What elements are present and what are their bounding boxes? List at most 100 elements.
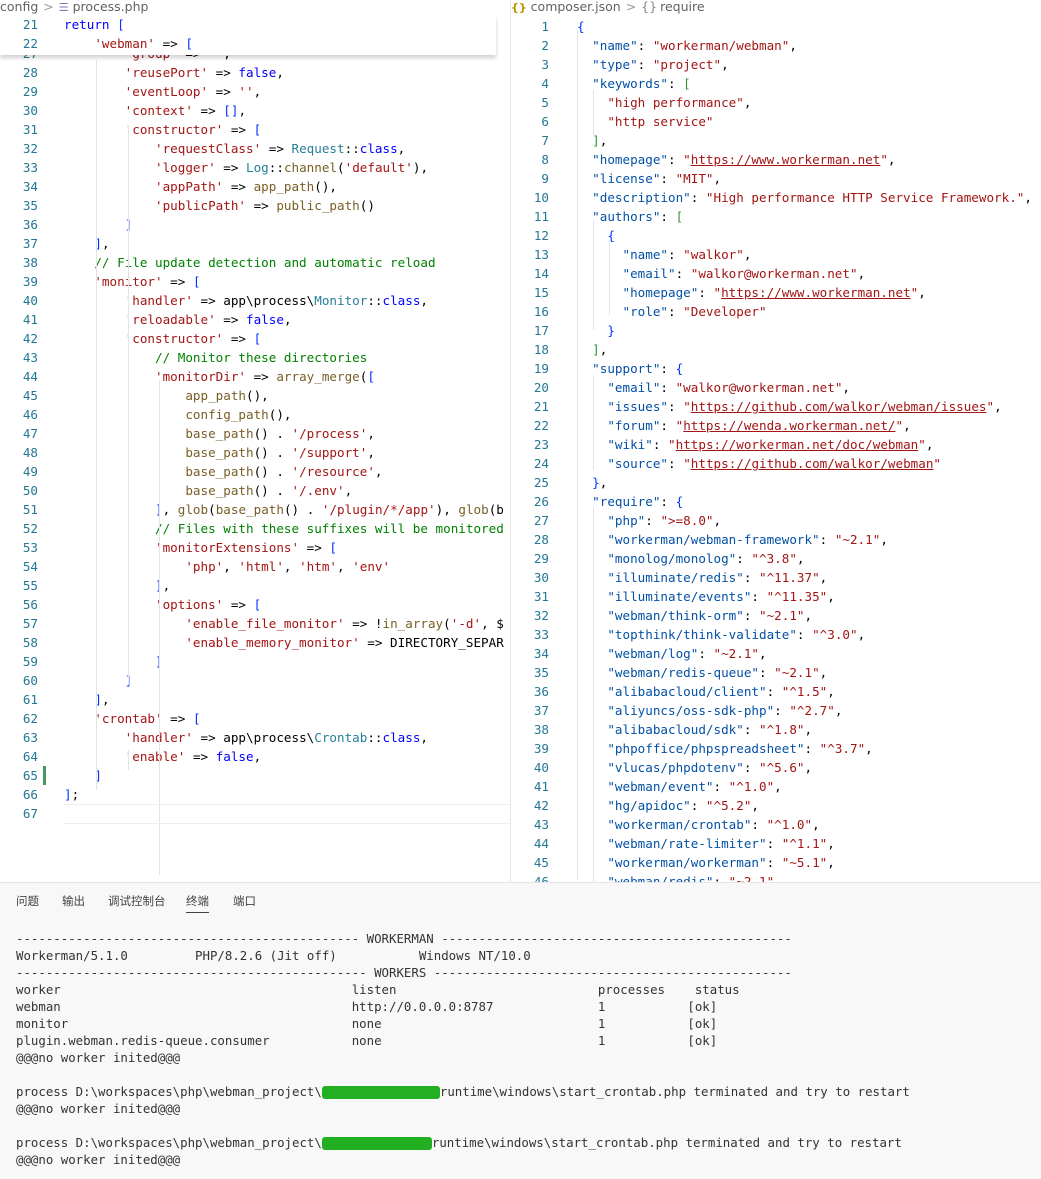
code-line[interactable]: 28 'reusePort' => false, [0, 63, 511, 82]
code-line[interactable]: 20 "email": "walkor@workerman.net", [511, 378, 1041, 397]
code-line[interactable]: 31 'constructor' => [ [0, 120, 511, 139]
code-line[interactable]: 63 'handler' => app\process\Crontab::cla… [0, 728, 511, 747]
code-line[interactable]: 48 base_path() . '/support', [0, 443, 511, 462]
code-line[interactable]: 59 ] [0, 652, 511, 671]
code-line[interactable]: 25 }, [511, 473, 1041, 492]
code-line[interactable]: 34 'appPath' => app_path(), [0, 177, 511, 196]
line-text: "phpoffice/phpspreadsheet": "^3.7", [607, 741, 873, 756]
breadcrumb-file-process-php[interactable]: process.php [73, 0, 149, 14]
code-line[interactable]: 64 'enable' => false, [0, 747, 511, 766]
tab-terminal[interactable]: 终端 [186, 893, 209, 913]
sticky-line[interactable]: 21 return [ [0, 15, 496, 34]
code-line[interactable]: 37 "aliyuncs/oss-sdk-php": "^2.7", [511, 701, 1041, 720]
code-line[interactable]: 45 "workerman/workerman": "~5.1", [511, 853, 1041, 872]
code-line[interactable]: 22 "forum": "https://wenda.workerman.net… [511, 416, 1041, 435]
editor-composer-json[interactable]: {} composer.json >{} require 1{2 "name": "w… [511, 0, 1041, 882]
code-line[interactable]: 65 ] [0, 766, 511, 785]
code-line[interactable]: 42 "hg/apidoc": "^5.2", [511, 796, 1041, 815]
code-line[interactable]: 41 'reloadable' => false, [0, 310, 511, 329]
code-line[interactable]: 4 "keywords": [ [511, 74, 1041, 93]
code-line[interactable]: 50 base_path() . '/.env', [0, 481, 511, 500]
code-line[interactable]: 36 "alibabacloud/client": "^1.5", [511, 682, 1041, 701]
tab-problems[interactable]: 问题 [16, 893, 39, 909]
code-line[interactable]: 15 "homepage": "https://www.workerman.ne… [511, 283, 1041, 302]
code-line[interactable]: 47 base_path() . '/process', [0, 424, 511, 443]
sticky-line[interactable]: 22 'webman' => [ [0, 34, 496, 53]
code-line[interactable]: 66]; [0, 785, 511, 804]
code-line[interactable]: 7 ], [511, 131, 1041, 150]
editor-process-php[interactable]: config>☰process.php 27 'group' => '',28 … [0, 0, 511, 882]
code-line[interactable]: 51 ], glob(base_path() . '/plugin/*/app'… [0, 500, 511, 519]
sticky-scroll-header[interactable]: 21 return [22 'webman' => [ [0, 15, 496, 55]
code-line[interactable]: 33 "topthink/think-validate": "^3.0", [511, 625, 1041, 644]
code-line[interactable]: 27 "php": ">=8.0", [511, 511, 1041, 530]
code-line[interactable]: 35 'publicPath' => public_path() [0, 196, 511, 215]
code-line[interactable]: 39 'monitor' => [ [0, 272, 511, 291]
breadcrumb-file-composer-json[interactable]: composer.json [531, 0, 621, 14]
tab-debug-console[interactable]: 调试控制台 [108, 893, 166, 909]
code-line[interactable]: 16 "role": "Developer" [511, 302, 1041, 321]
code-line[interactable]: 37 ], [0, 234, 511, 253]
code-line[interactable]: 30 "illuminate/redis": "^11.37", [511, 568, 1041, 587]
code-line[interactable]: 39 "phpoffice/phpspreadsheet": "^3.7", [511, 739, 1041, 758]
code-line[interactable]: 61 ], [0, 690, 511, 709]
code-line[interactable]: 43 // Monitor these directories [0, 348, 511, 367]
code-line[interactable]: 17 } [511, 321, 1041, 340]
code-line[interactable]: 52 // Files with these suffixes will be … [0, 519, 511, 538]
code-line[interactable]: 54 'php', 'html', 'htm', 'env' [0, 557, 511, 576]
code-line[interactable]: 57 'enable_file_monitor' => !in_array('-… [0, 614, 511, 633]
code-line[interactable]: 30 'context' => [], [0, 101, 511, 120]
code-line[interactable]: 44 "webman/rate-limiter": "^1.1", [511, 834, 1041, 853]
code-line[interactable]: 40 'handler' => app\process\Monitor::cla… [0, 291, 511, 310]
code-line[interactable]: 10 "description": "High performance HTTP… [511, 188, 1041, 207]
code-line[interactable]: 6 "http service" [511, 112, 1041, 131]
code-line[interactable]: 32 "webman/think-orm": "~2.1", [511, 606, 1041, 625]
code-line[interactable]: 49 base_path() . '/resource', [0, 462, 511, 481]
code-line[interactable]: 42 'constructor' => [ [0, 329, 511, 348]
breadcrumb-folder-config[interactable]: config [0, 0, 38, 14]
tab-output[interactable]: 输出 [62, 893, 85, 909]
breadcrumb-symbol-require[interactable]: require [660, 0, 704, 14]
code-line[interactable]: 60 ] [0, 671, 511, 690]
code-line[interactable]: 9 "license": "MIT", [511, 169, 1041, 188]
code-line[interactable]: 2 "name": "workerman/webman", [511, 36, 1041, 55]
code-line[interactable]: 12 { [511, 226, 1041, 245]
code-line[interactable]: 55 ], [0, 576, 511, 595]
code-line[interactable]: 38 "alibabacloud/sdk": "^1.8", [511, 720, 1041, 739]
code-line[interactable]: 34 "webman/log": "~2.1", [511, 644, 1041, 663]
code-line[interactable]: 14 "email": "walkor@workerman.net", [511, 264, 1041, 283]
code-line[interactable]: 46 "webman/redis": "~2.1", [511, 872, 1041, 882]
code-line[interactable]: 53 'monitorExtensions' => [ [0, 538, 511, 557]
code-line[interactable]: 1{ [511, 17, 1041, 36]
code-line[interactable]: 45 app_path(), [0, 386, 511, 405]
code-line[interactable]: 13 "name": "walkor", [511, 245, 1041, 264]
code-line[interactable]: 40 "vlucas/phpdotenv": "^5.6", [511, 758, 1041, 777]
code-line[interactable]: 29 "monolog/monolog": "^3.8", [511, 549, 1041, 568]
code-line[interactable]: 19 "support": { [511, 359, 1041, 378]
code-line[interactable]: 11 "authors": [ [511, 207, 1041, 226]
code-line[interactable]: 56 'options' => [ [0, 595, 511, 614]
code-line[interactable]: 44 'monitorDir' => array_merge([ [0, 367, 511, 386]
code-line[interactable]: 28 "workerman/webman-framework": "~2.1", [511, 530, 1041, 549]
code-line[interactable]: 8 "homepage": "https://www.workerman.net… [511, 150, 1041, 169]
code-line[interactable]: 36 ] [0, 215, 511, 234]
code-line[interactable]: 18 ], [511, 340, 1041, 359]
code-line[interactable]: 31 "illuminate/events": "^11.35", [511, 587, 1041, 606]
code-line[interactable]: 24 "source": "https://github.com/walkor/… [511, 454, 1041, 473]
tab-ports[interactable]: 端口 [233, 893, 256, 909]
code-line[interactable]: 23 "wiki": "https://workerman.net/doc/we… [511, 435, 1041, 454]
code-line[interactable]: 38 // File update detection and automati… [0, 253, 511, 272]
code-line[interactable]: 33 'logger' => Log::channel('default'), [0, 158, 511, 177]
code-line[interactable]: 41 "webman/event": "^1.0", [511, 777, 1041, 796]
code-line[interactable]: 21 "issues": "https://github.com/walkor/… [511, 397, 1041, 416]
code-line[interactable]: 43 "workerman/crontab": "^1.0", [511, 815, 1041, 834]
code-line[interactable]: 3 "type": "project", [511, 55, 1041, 74]
code-line[interactable]: 5 "high performance", [511, 93, 1041, 112]
code-line[interactable]: 32 'requestClass' => Request::class, [0, 139, 511, 158]
code-line[interactable]: 62 'crontab' => [ [0, 709, 511, 728]
code-line[interactable]: 26 "require": { [511, 492, 1041, 511]
code-line[interactable]: 29 'eventLoop' => '', [0, 82, 511, 101]
code-line[interactable]: 35 "webman/redis-queue": "~2.1", [511, 663, 1041, 682]
code-line[interactable]: 58 'enable_memory_monitor' => DIRECTORY_… [0, 633, 511, 652]
code-line[interactable]: 46 config_path(), [0, 405, 511, 424]
